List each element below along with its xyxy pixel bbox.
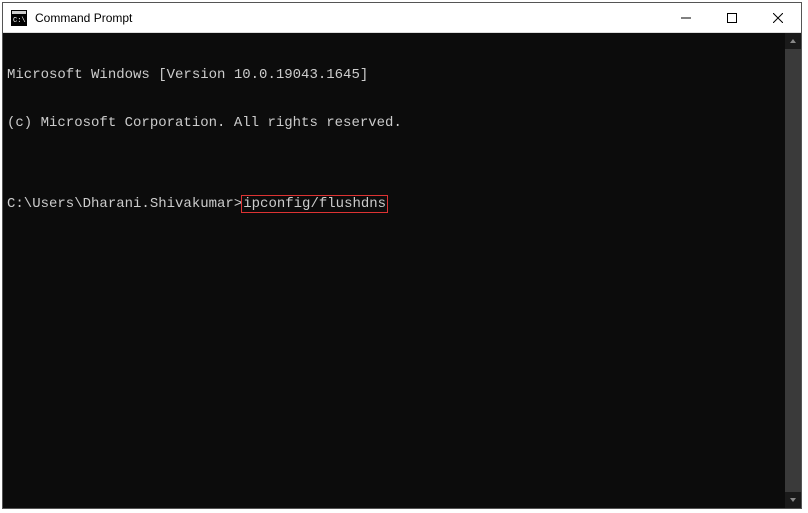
terminal-output-line: (c) Microsoft Corporation. All rights re… — [7, 115, 781, 131]
prompt-text: C:\Users\Dharani.Shivakumar> — [7, 196, 242, 212]
maximize-button[interactable] — [709, 3, 755, 32]
scroll-thumb[interactable] — [785, 49, 801, 492]
titlebar[interactable]: C:\ Command Prompt — [3, 3, 801, 33]
scroll-down-arrow-icon[interactable] — [785, 492, 801, 508]
terminal-content[interactable]: Microsoft Windows [Version 10.0.19043.16… — [3, 33, 785, 508]
minimize-button[interactable] — [663, 3, 709, 32]
scroll-up-arrow-icon[interactable] — [785, 33, 801, 49]
terminal-output-line: Microsoft Windows [Version 10.0.19043.16… — [7, 67, 781, 83]
svg-text:C:\: C:\ — [13, 17, 26, 25]
close-button[interactable] — [755, 3, 801, 32]
terminal-prompt-line: C:\Users\Dharani.Shivakumar>ipconfig/flu… — [7, 195, 781, 213]
vertical-scrollbar[interactable] — [785, 33, 801, 508]
highlighted-command: ipconfig/flushdns — [241, 195, 388, 213]
window-controls — [663, 3, 801, 32]
window-title: Command Prompt — [35, 11, 663, 25]
command-prompt-window: C:\ Command Prompt Microsoft Windows [Ve… — [2, 2, 802, 509]
scroll-track[interactable] — [785, 49, 801, 492]
command-prompt-icon: C:\ — [11, 10, 27, 26]
terminal-area[interactable]: Microsoft Windows [Version 10.0.19043.16… — [3, 33, 801, 508]
